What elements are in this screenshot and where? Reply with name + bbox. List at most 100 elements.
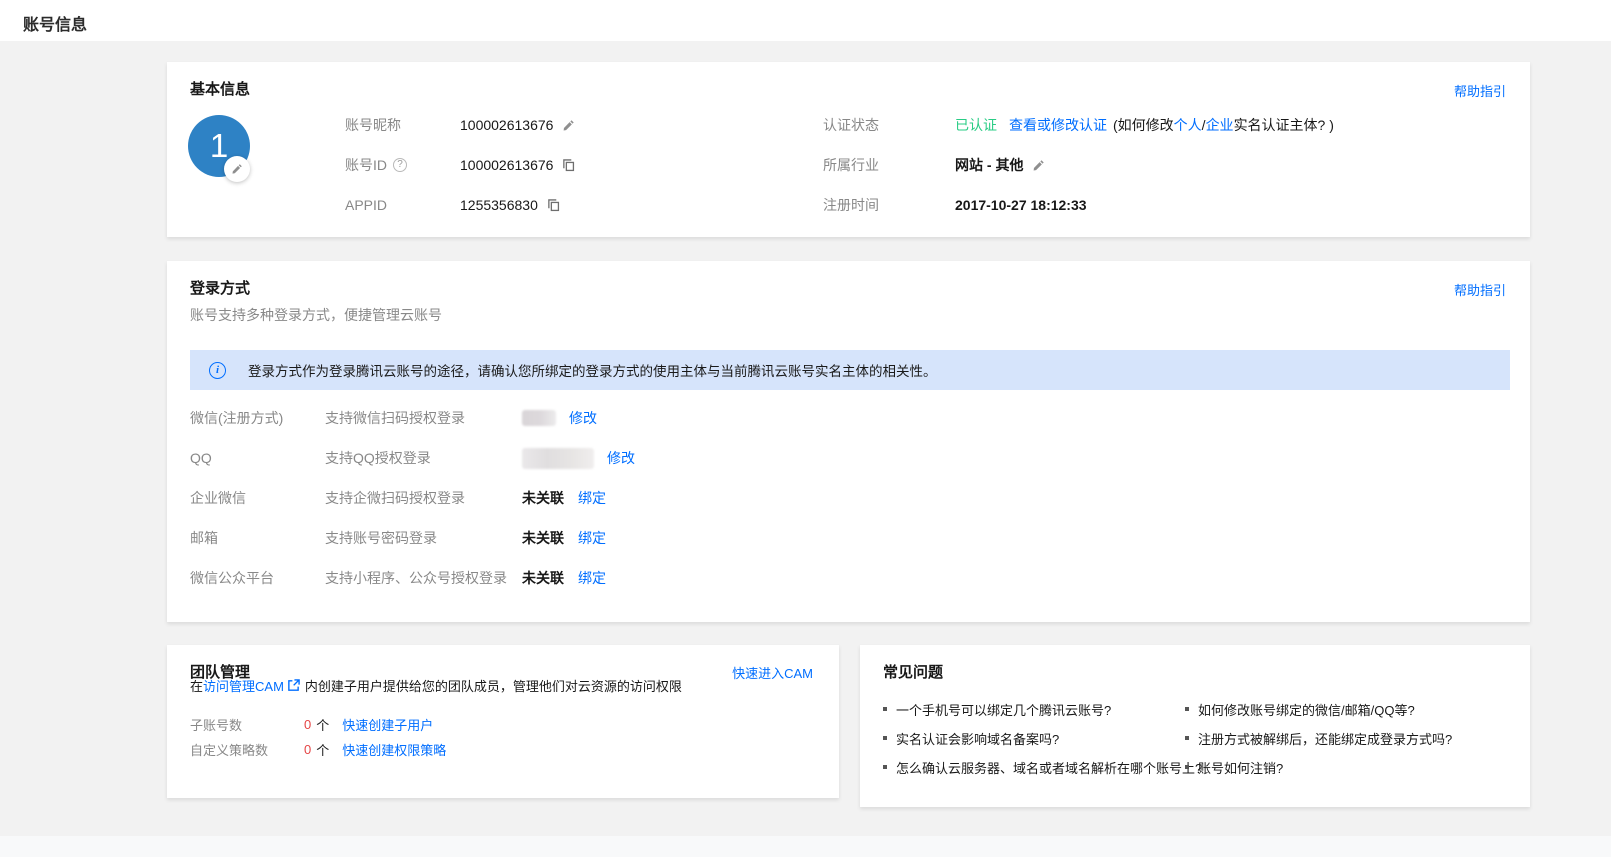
login-row-wechat-official: 微信公众平台 支持小程序、公众号授权登录 未关联 绑定: [190, 567, 606, 589]
login-method-desc: 支持QQ授权登录: [325, 448, 522, 468]
faq-item[interactable]: 实名认证会影响域名备案吗?: [883, 730, 1059, 746]
wechat-modify-link[interactable]: 修改: [569, 408, 597, 428]
bullet-icon: [883, 736, 887, 740]
nickname-value: 100002613676: [460, 117, 553, 133]
custom-policy-count: 0: [304, 742, 311, 757]
login-method-desc: 支持企微扫码授权登录: [325, 488, 522, 508]
custom-policy-unit: 个: [316, 740, 329, 759]
cam-console-link[interactable]: 访问管理CAM: [203, 676, 284, 695]
login-help-link[interactable]: 帮助指引: [1454, 280, 1506, 299]
login-row-wechat: 微信(注册方式) 支持微信扫码授权登录 修改: [190, 407, 597, 429]
account-id-row: 账号ID ? 100002613676: [345, 155, 575, 175]
wecom-bind-link[interactable]: 绑定: [578, 488, 606, 508]
bullet-icon: [883, 707, 887, 711]
page-title: 账号信息: [23, 11, 87, 35]
faq-item[interactable]: 账号如何注销?: [1185, 759, 1283, 775]
faq-card: 常见问题 一个手机号可以绑定几个腾讯云账号? 实名认证会影响域名备案吗? 怎么确…: [860, 645, 1530, 807]
register-time-value: 2017-10-27 18:12:33: [955, 197, 1087, 213]
login-row-email: 邮箱 支持账号密码登录 未关联 绑定: [190, 527, 606, 549]
bullet-icon: [1185, 707, 1189, 711]
bullet-icon: [883, 765, 887, 769]
team-management-card: 团队管理 快速进入CAM 在 访问管理CAM 内创建子用户提供给您的团队成员，管…: [167, 645, 839, 798]
team-desc-prefix: 在: [190, 676, 203, 695]
team-desc-suffix: 内创建子用户提供给您的团队成员，管理他们对云资源的访问权限: [305, 676, 682, 695]
login-methods-card: 登录方式 帮助指引 账号支持多种登录方式，便捷管理云账号 i 登录方式作为登录腾…: [167, 261, 1530, 622]
account-id-copy-button[interactable]: [562, 159, 575, 172]
bind-status: 未关联: [522, 528, 564, 548]
info-icon: i: [209, 362, 226, 379]
sub-account-label: 子账号数: [190, 715, 304, 734]
faq-item[interactable]: 怎么确认云服务器、域名或者域名解析在哪个账号上?: [883, 759, 1202, 775]
qq-modify-link[interactable]: 修改: [607, 448, 635, 468]
nickname-edit-button[interactable]: [562, 119, 575, 132]
email-bind-link[interactable]: 绑定: [578, 528, 606, 548]
appid-label: APPID: [345, 197, 460, 213]
faq-item[interactable]: 如何修改账号绑定的微信/邮箱/QQ等?: [1185, 701, 1415, 717]
login-info-banner: i 登录方式作为登录腾讯云账号的途径，请确认您所绑定的登录方式的使用主体与当前腾…: [190, 350, 1510, 390]
auth-note-suffix: 实名认证主体? ): [1234, 115, 1334, 135]
create-sub-user-link[interactable]: 快速创建子用户: [342, 715, 433, 734]
faq-item[interactable]: 一个手机号可以绑定几个腾讯云账号?: [883, 701, 1111, 717]
register-time-row: 注册时间 2017-10-27 18:12:33: [823, 195, 1087, 215]
auth-modify-link[interactable]: 查看或修改认证: [1009, 115, 1107, 135]
bullet-icon: [1185, 736, 1189, 740]
industry-value: 网站 - 其他: [955, 155, 1023, 175]
appid-value: 1255356830: [460, 197, 538, 213]
register-time-label: 注册时间: [823, 195, 955, 215]
auth-enterprise-link[interactable]: 企业: [1206, 115, 1234, 135]
bind-status: 未关联: [522, 568, 564, 588]
login-methods-title: 登录方式: [190, 277, 250, 298]
enter-cam-link[interactable]: 快速进入CAM: [732, 663, 813, 682]
custom-policy-row: 自定义策略数 0 个 快速创建权限策略: [190, 740, 446, 758]
team-description: 在 访问管理CAM 内创建子用户提供给您的团队成员，管理他们对云资源的访问权限: [190, 676, 682, 695]
login-method-name: 微信公众平台: [190, 568, 325, 588]
appid-copy-button[interactable]: [547, 199, 560, 212]
login-method-desc: 支持账号密码登录: [325, 528, 522, 548]
auth-status-label: 认证状态: [823, 115, 955, 135]
pencil-icon: [562, 119, 575, 132]
appid-row: APPID 1255356830: [345, 195, 560, 215]
external-link-icon: [287, 679, 300, 692]
create-policy-link[interactable]: 快速创建权限策略: [342, 740, 446, 759]
avatar-edit-button[interactable]: [224, 156, 250, 182]
login-method-desc: 支持微信扫码授权登录: [325, 408, 522, 428]
login-method-name: 邮箱: [190, 528, 325, 548]
basic-help-link[interactable]: 帮助指引: [1454, 81, 1506, 100]
auth-personal-link[interactable]: 个人: [1174, 115, 1202, 135]
top-bar: 账号信息: [0, 0, 1611, 41]
industry-row: 所属行业 网站 - 其他: [823, 155, 1045, 175]
sub-account-unit: 个: [316, 715, 329, 734]
bind-status: 未关联: [522, 488, 564, 508]
masked-wechat-value: [522, 410, 556, 426]
nickname-label: 账号昵称: [345, 115, 460, 135]
basic-info-card: 基本信息 帮助指引 1 账号昵称 100002613676 账号ID ? 100…: [167, 62, 1530, 237]
copy-icon: [547, 199, 560, 212]
copy-icon: [562, 159, 575, 172]
sub-account-row: 子账号数 0 个 快速创建子用户: [190, 715, 433, 733]
masked-qq-value: [522, 448, 594, 469]
pencil-icon: [231, 163, 243, 175]
account-id-value: 100002613676: [460, 157, 553, 173]
account-id-label: 账号ID ?: [345, 155, 460, 175]
login-method-name: QQ: [190, 450, 325, 466]
auth-status-row: 认证状态 已认证 查看或修改认证 (如何修改 个人 / 企业 实名认证主体? ): [823, 115, 1334, 135]
login-row-wecom: 企业微信 支持企微扫码授权登录 未关联 绑定: [190, 487, 606, 509]
industry-label: 所属行业: [823, 155, 955, 175]
auth-note-prefix: (如何修改: [1113, 115, 1174, 135]
basic-info-title: 基本信息: [190, 78, 250, 99]
question-icon[interactable]: ?: [393, 158, 407, 172]
wechat-official-bind-link[interactable]: 绑定: [578, 568, 606, 588]
avatar-initial: 1: [210, 127, 228, 165]
industry-edit-button[interactable]: [1032, 159, 1045, 172]
login-method-name: 企业微信: [190, 488, 325, 508]
login-method-desc: 支持小程序、公众号授权登录: [325, 568, 522, 588]
bullet-icon: [1185, 765, 1189, 769]
page-bottom-strip: [0, 836, 1611, 857]
sub-account-count: 0: [304, 717, 311, 732]
custom-policy-label: 自定义策略数: [190, 740, 304, 759]
login-banner-text: 登录方式作为登录腾讯云账号的途径，请确认您所绑定的登录方式的使用主体与当前腾讯云…: [248, 360, 937, 380]
faq-title: 常见问题: [883, 661, 943, 682]
nickname-row: 账号昵称 100002613676: [345, 115, 575, 135]
faq-item[interactable]: 注册方式被解绑后，还能绑定成登录方式吗?: [1185, 730, 1452, 746]
login-method-name: 微信(注册方式): [190, 408, 325, 428]
